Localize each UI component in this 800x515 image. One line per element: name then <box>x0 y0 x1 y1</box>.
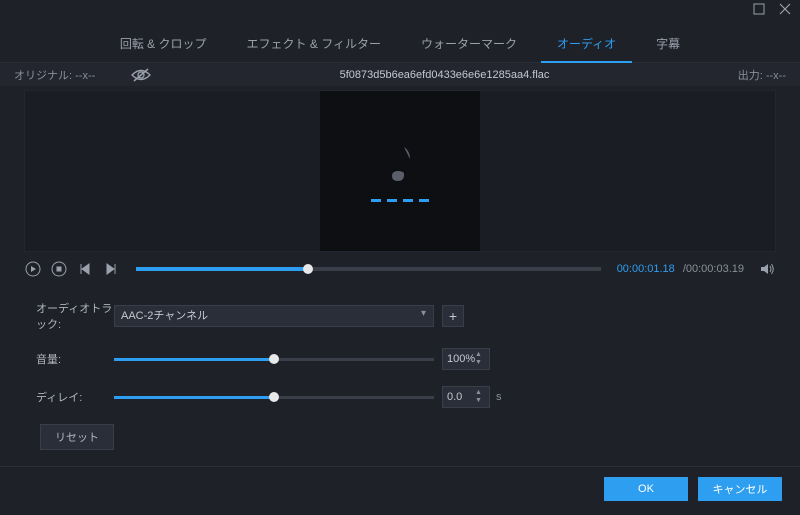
audio-track-select[interactable]: AAC-2チャンネル <box>114 305 434 327</box>
audio-track-label: オーディオトラック: <box>36 300 114 332</box>
tab-effect-filter[interactable]: エフェクト & フィルター <box>243 29 385 62</box>
current-time: 00:00:01.18 <box>617 263 675 275</box>
delay-unit: s <box>496 391 502 403</box>
volume-slider[interactable] <box>114 352 434 366</box>
close-icon[interactable] <box>778 2 792 19</box>
tab-audio[interactable]: オーディオ <box>553 29 620 62</box>
stop-button[interactable] <box>50 260 68 278</box>
original-label: オリジナル: --x-- <box>14 67 95 83</box>
volume-icon[interactable] <box>758 260 776 278</box>
cancel-button[interactable]: キャンセル <box>698 477 782 501</box>
add-track-button[interactable]: + <box>442 305 464 327</box>
playback-controls: 00:00:01.18/00:00:03.19 <box>0 252 800 282</box>
tab-subtitle[interactable]: 字幕 <box>652 29 684 62</box>
prev-button[interactable] <box>76 260 94 278</box>
album-placeholder <box>320 91 480 251</box>
filename: 5f0873d5b6ea6efd0433e6e6e1285aa4.flac <box>151 69 737 81</box>
tab-rotate-crop[interactable]: 回転 & クロップ <box>116 29 211 62</box>
output-label: 出力: --x-- <box>738 67 786 83</box>
delay-slider[interactable] <box>114 390 434 404</box>
duration: /00:00:03.19 <box>683 263 744 275</box>
preview-toggle-icon[interactable] <box>131 68 151 82</box>
maximize-icon[interactable] <box>752 2 766 19</box>
preview-area <box>24 90 776 252</box>
titlebar <box>0 0 800 21</box>
footer: OK キャンセル <box>0 466 800 515</box>
tabs: 回転 & クロップ エフェクト & フィルター ウォーターマーク オーディオ 字… <box>0 21 800 63</box>
progress-bar[interactable] <box>136 267 601 271</box>
ok-button[interactable]: OK <box>604 477 688 501</box>
reset-button[interactable]: リセット <box>40 424 114 450</box>
delay-value[interactable]: 0.0 ▲▼ <box>442 386 490 408</box>
volume-label: 音量: <box>36 351 114 367</box>
info-bar: オリジナル: --x-- 5f0873d5b6ea6efd0433e6e6e12… <box>0 63 800 86</box>
equalizer-icon <box>371 199 429 202</box>
volume-value[interactable]: 100% ▲▼ <box>442 348 490 370</box>
delay-label: ディレイ: <box>36 389 114 405</box>
tab-watermark[interactable]: ウォーターマーク <box>417 29 521 62</box>
play-button[interactable] <box>24 260 42 278</box>
audio-settings: オーディオトラック: AAC-2チャンネル + 音量: 100% ▲▼ ディレイ… <box>0 282 800 466</box>
music-note-icon <box>380 141 420 189</box>
next-button[interactable] <box>102 260 120 278</box>
